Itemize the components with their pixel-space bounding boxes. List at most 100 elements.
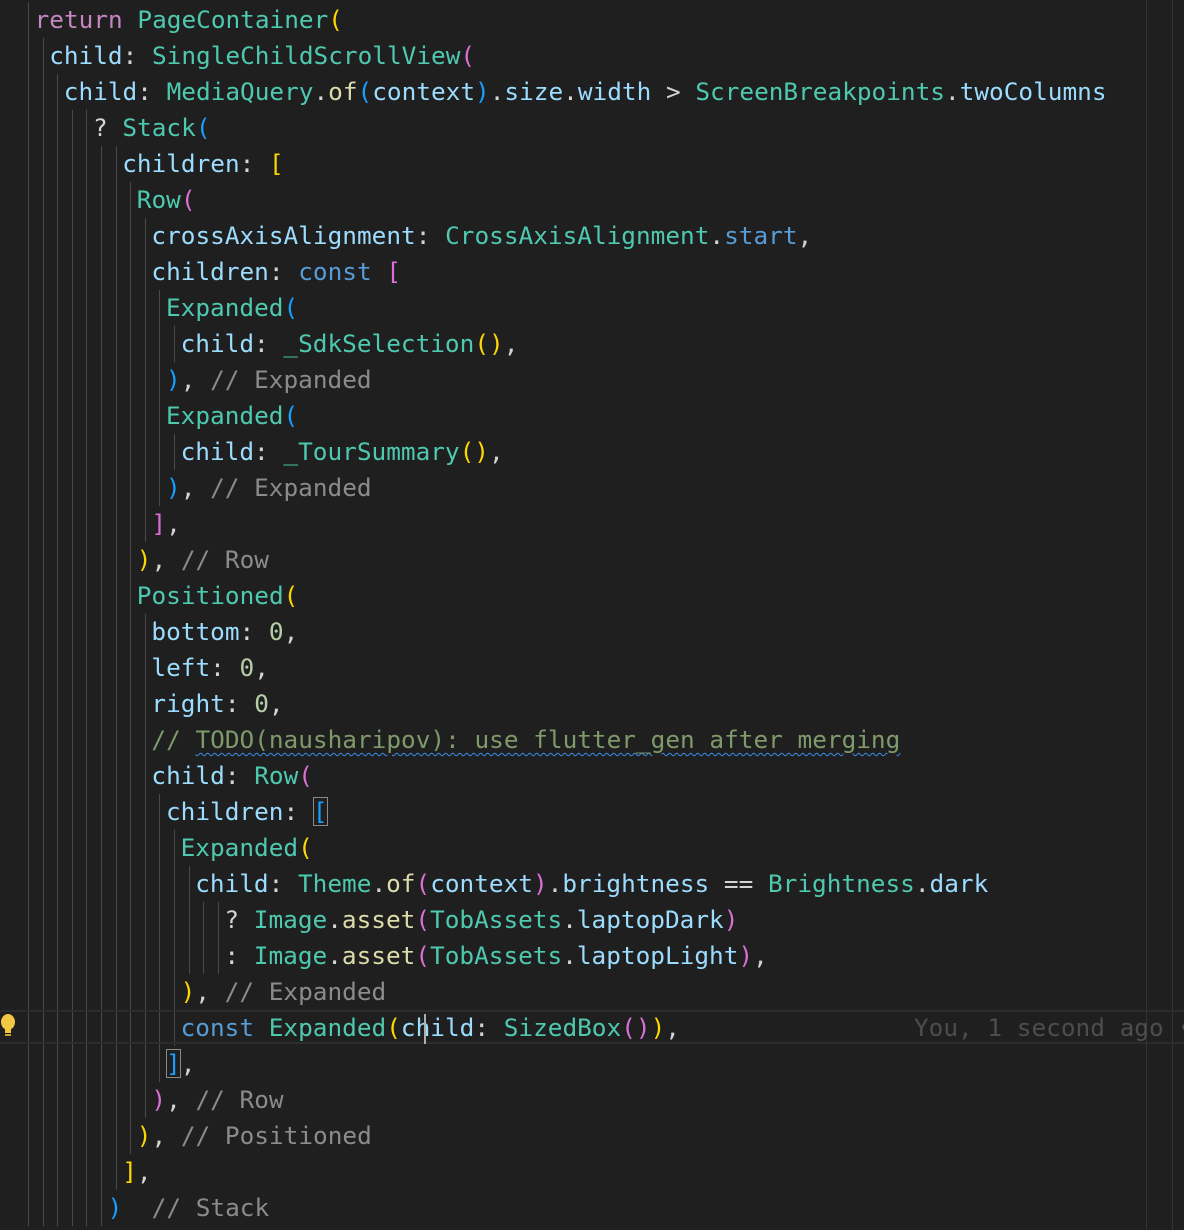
code-line[interactable]: child: SingleChildScrollView(	[49, 38, 475, 74]
indent-guide	[217, 902, 219, 974]
code-token: (	[328, 5, 343, 34]
code-token: // Row	[180, 545, 269, 574]
code-token: context	[372, 77, 476, 106]
code-token: child	[151, 761, 225, 790]
code-token: .	[709, 221, 725, 250]
code-token: )	[650, 1013, 666, 1042]
code-token: const	[298, 257, 372, 286]
code-token: ,	[180, 365, 211, 394]
lightbulb-icon[interactable]	[0, 1013, 16, 1039]
code-token: ,	[268, 689, 284, 718]
code-line[interactable]: crossAxisAlignment: CrossAxisAlignment.s…	[151, 218, 812, 254]
code-token: // Positioned	[180, 1121, 372, 1150]
code-line[interactable]: children: [	[166, 794, 328, 830]
code-token: ()	[459, 437, 489, 466]
code-token: dark	[929, 869, 989, 898]
code-token: :	[239, 149, 270, 178]
code-line[interactable]: ), // Expanded	[166, 470, 372, 506]
code-token: (	[180, 185, 196, 214]
code-line[interactable]: ) // Stack	[108, 1190, 270, 1226]
code-token: :	[122, 41, 152, 70]
code-token: (	[195, 113, 211, 142]
code-token: brightness	[562, 869, 710, 898]
code-token: )	[475, 77, 490, 106]
code-line[interactable]: children: [	[122, 146, 284, 182]
code-token: of	[386, 869, 416, 898]
code-token: .	[562, 941, 577, 970]
code-token: context	[430, 869, 533, 898]
code-token: (	[283, 581, 299, 610]
code-token: :	[137, 77, 167, 106]
code-token: PageContainer	[137, 5, 329, 34]
code-line[interactable]: ), // Row	[151, 1082, 283, 1118]
code-line[interactable]: left: 0,	[151, 650, 269, 686]
code-token: Image	[253, 905, 328, 934]
code-line[interactable]: : Image.asset(TobAssets.laptopLight),	[224, 938, 767, 974]
git-blame-annotation: You, 1 second ago •	[914, 1013, 1184, 1042]
code-token: (	[298, 833, 313, 862]
code-token: width	[577, 77, 652, 106]
code-line[interactable]: child: _SdkSelection(),	[181, 326, 519, 362]
code-line[interactable]: ? Stack(	[93, 110, 211, 146]
code-token: (	[415, 905, 431, 934]
code-token: ()	[474, 329, 504, 358]
code-line[interactable]: Positioned(	[137, 578, 299, 614]
code-line[interactable]: child: _TourSummary(),	[181, 434, 504, 470]
code-token: (	[415, 869, 431, 898]
code-token: (	[357, 77, 373, 106]
code-line[interactable]: ), // Expanded	[166, 362, 372, 398]
code-token: (	[283, 401, 299, 430]
code-token: Row	[254, 761, 299, 790]
code-token: )	[136, 1121, 152, 1150]
code-token: ?	[93, 113, 123, 142]
code-token: asset	[341, 905, 416, 934]
code-line[interactable]: child: MediaQuery.of(context).size.width…	[64, 74, 1107, 110]
code-line[interactable]: bottom: 0,	[151, 614, 298, 650]
code-line[interactable]: ), // Row	[137, 542, 269, 578]
code-line[interactable]: ],	[151, 506, 180, 542]
code-token: )	[166, 473, 181, 502]
code-token: // Expanded	[224, 977, 387, 1006]
code-line[interactable]: children: const [	[151, 254, 401, 290]
code-line[interactable]: Row(	[137, 182, 196, 218]
code-line[interactable]: Expanded(	[181, 830, 313, 866]
indent-guide	[86, 110, 88, 1226]
code-line[interactable]: Expanded(	[166, 398, 298, 434]
indent-guide	[203, 902, 205, 974]
code-token: .	[327, 905, 342, 934]
code-token: ,	[180, 473, 211, 502]
code-line[interactable]: child: Theme.of(context).brightness == B…	[195, 866, 988, 902]
code-token: .	[371, 869, 387, 898]
code-line[interactable]: right: 0,	[151, 686, 283, 722]
code-line[interactable]: // TODO(nausharipov): use flutter_gen af…	[151, 722, 900, 758]
code-token: Expanded	[180, 833, 299, 862]
code-token: (	[386, 1013, 401, 1042]
code-token: laptopDark	[576, 905, 724, 934]
code-line[interactable]: const Expanded(child: SizedBox()),	[181, 1010, 680, 1046]
code-line[interactable]: ],	[122, 1154, 151, 1190]
code-token: (	[283, 293, 299, 322]
code-line[interactable]: child: Row(	[151, 758, 313, 794]
code-token: .	[562, 905, 577, 934]
code-token: )	[107, 1193, 123, 1222]
code-line[interactable]: Expanded(	[166, 290, 298, 326]
code-token: :	[268, 257, 299, 286]
code-editor[interactable]: return PageContainer(child: SingleChildS…	[0, 0, 1184, 1230]
code-token: ,	[166, 1085, 196, 1114]
code-line[interactable]: ],	[166, 1046, 195, 1082]
code-token: .	[327, 941, 342, 970]
code-line[interactable]: ), // Expanded	[181, 974, 387, 1010]
code-token: Stack	[122, 113, 196, 142]
code-token: const	[180, 1013, 255, 1042]
code-token: // Expanded	[210, 365, 372, 394]
code-line[interactable]: return PageContainer(	[35, 2, 343, 38]
code-token: children	[166, 797, 284, 826]
code-token: laptopLight	[576, 941, 739, 970]
code-line[interactable]: ), // Positioned	[137, 1118, 372, 1154]
code-line[interactable]: ? Image.asset(TobAssets.laptopDark)	[224, 902, 738, 938]
code-token: child	[180, 329, 255, 358]
code-token: :	[474, 1013, 504, 1042]
code-token: child	[195, 869, 269, 898]
code-token: :	[254, 329, 284, 358]
